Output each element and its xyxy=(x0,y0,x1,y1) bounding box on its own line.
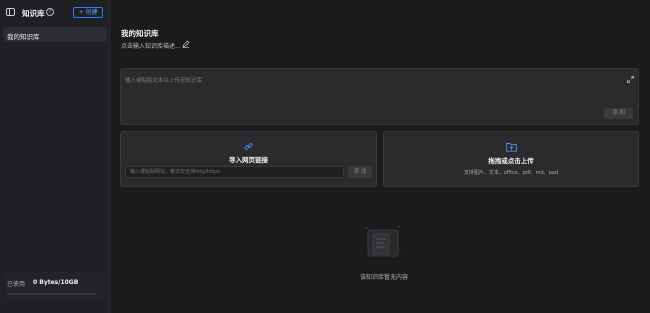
text-input-placeholder: 输入或粘贴文本以上传至知识库 xyxy=(125,78,203,84)
create-button[interactable]: + 创建 xyxy=(73,7,103,18)
usage-value: 0 Bytes/10GB xyxy=(33,279,79,286)
upload-subtitle: 支持图片、文本、office、pdf、md、pad xyxy=(463,170,559,176)
empty-state-text: 该知识库暂无内容 xyxy=(359,274,408,281)
sidebar-item-label: 我的知识库 xyxy=(7,33,40,41)
sidebar-item-my-kb[interactable]: 我的知识库 xyxy=(3,27,107,42)
usage-progress-track xyxy=(7,293,97,295)
add-link-button[interactable]: 添 加 xyxy=(348,166,372,178)
link-icon xyxy=(244,143,253,150)
sidebar-header: 知识库 ? + 创建 xyxy=(0,0,110,24)
empty-box-icon xyxy=(366,226,401,257)
import-link-title: 导入网页链接 xyxy=(229,156,268,164)
usage-label: 已使用 xyxy=(7,281,26,288)
sidebar-toggle-icon[interactable] xyxy=(6,8,15,16)
expand-icon[interactable] xyxy=(627,76,634,83)
sidebar-title: 知识库 xyxy=(22,9,45,18)
upload-title: 拖拽或点击上传 xyxy=(488,157,534,165)
question-circle-icon[interactable]: ? xyxy=(46,8,54,16)
url-input[interactable] xyxy=(125,166,344,178)
folder-upload-icon xyxy=(506,143,517,152)
pencil-icon[interactable] xyxy=(182,40,190,48)
description-input[interactable]: 点击输入知识库描述... xyxy=(121,41,181,50)
sidebar: 知识库 ? + 创建 我的知识库 已使用 0 Bytes/10GB xyxy=(0,0,110,313)
add-text-button[interactable]: 添 加 xyxy=(604,108,633,119)
page-title: 我的知识库 xyxy=(121,29,159,38)
